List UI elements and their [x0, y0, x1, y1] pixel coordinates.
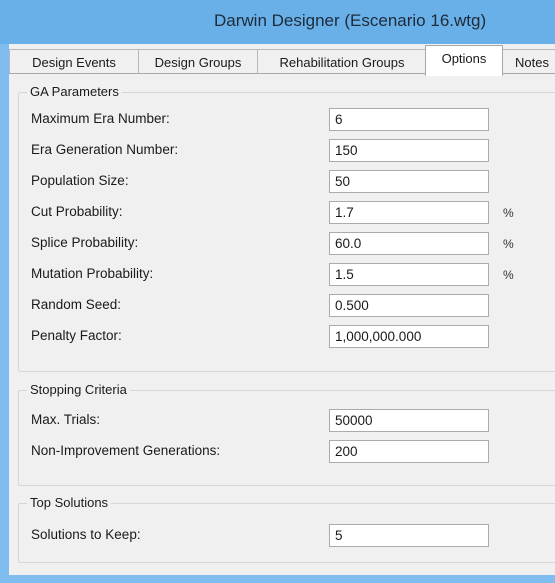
- solutions-to-keep-input[interactable]: [329, 524, 489, 547]
- mutation-probability-unit: %: [503, 268, 514, 282]
- app-window: Darwin Designer (Escenario 16.wtg) Desig…: [0, 0, 555, 583]
- penalty-factor-input[interactable]: [329, 325, 489, 348]
- penalty-factor-label: Penalty Factor:: [31, 328, 122, 343]
- population-size-label: Population Size:: [31, 173, 129, 188]
- non-improvement-input[interactable]: [329, 440, 489, 463]
- era-generation-input[interactable]: [329, 139, 489, 162]
- stopping-criteria-legend: Stopping Criteria: [27, 382, 130, 397]
- ga-parameters-group: GA Parameters Maximum Era Number: Era Ge…: [18, 84, 555, 372]
- era-generation-label: Era Generation Number:: [31, 142, 179, 157]
- random-seed-label: Random Seed:: [31, 297, 122, 312]
- options-panel: GA Parameters Maximum Era Number: Era Ge…: [9, 74, 555, 575]
- max-era-label: Maximum Era Number:: [31, 111, 170, 126]
- mutation-probability-input[interactable]: [329, 263, 489, 286]
- window-frame-bottom: [0, 575, 555, 583]
- top-solutions-legend: Top Solutions: [27, 495, 112, 510]
- max-era-input[interactable]: [329, 108, 489, 131]
- window-title: Darwin Designer (Escenario 16.wtg): [214, 11, 487, 30]
- population-size-input[interactable]: [329, 170, 489, 193]
- top-solutions-group: Top Solutions Solutions to Keep:: [18, 495, 555, 563]
- splice-probability-unit: %: [503, 237, 514, 251]
- tab-rehabilitation-groups[interactable]: Rehabilitation Groups: [257, 49, 427, 75]
- tab-design-events[interactable]: Design Events: [9, 49, 139, 75]
- stopping-criteria-group: Stopping Criteria Max. Trials: Non-Impro…: [18, 382, 555, 486]
- tab-options[interactable]: Options: [425, 45, 503, 76]
- splice-probability-label: Splice Probability:: [31, 235, 139, 250]
- non-improvement-label: Non-Improvement Generations:: [31, 443, 221, 458]
- tab-strip: Design Events Design Groups Rehabilitati…: [9, 44, 555, 76]
- cut-probability-label: Cut Probability:: [31, 204, 123, 219]
- random-seed-input[interactable]: [329, 294, 489, 317]
- max-trials-label: Max. Trials:: [31, 412, 101, 427]
- mutation-probability-label: Mutation Probability:: [31, 266, 154, 281]
- solutions-to-keep-label: Solutions to Keep:: [31, 527, 141, 542]
- cut-probability-unit: %: [503, 206, 514, 220]
- tab-design-groups[interactable]: Design Groups: [138, 49, 258, 75]
- max-trials-input[interactable]: [329, 409, 489, 432]
- tab-notes[interactable]: Notes: [501, 49, 555, 75]
- title-bar[interactable]: Darwin Designer (Escenario 16.wtg): [0, 0, 555, 45]
- cut-probability-input[interactable]: [329, 201, 489, 224]
- ga-parameters-legend: GA Parameters: [27, 84, 122, 99]
- splice-probability-input[interactable]: [329, 232, 489, 255]
